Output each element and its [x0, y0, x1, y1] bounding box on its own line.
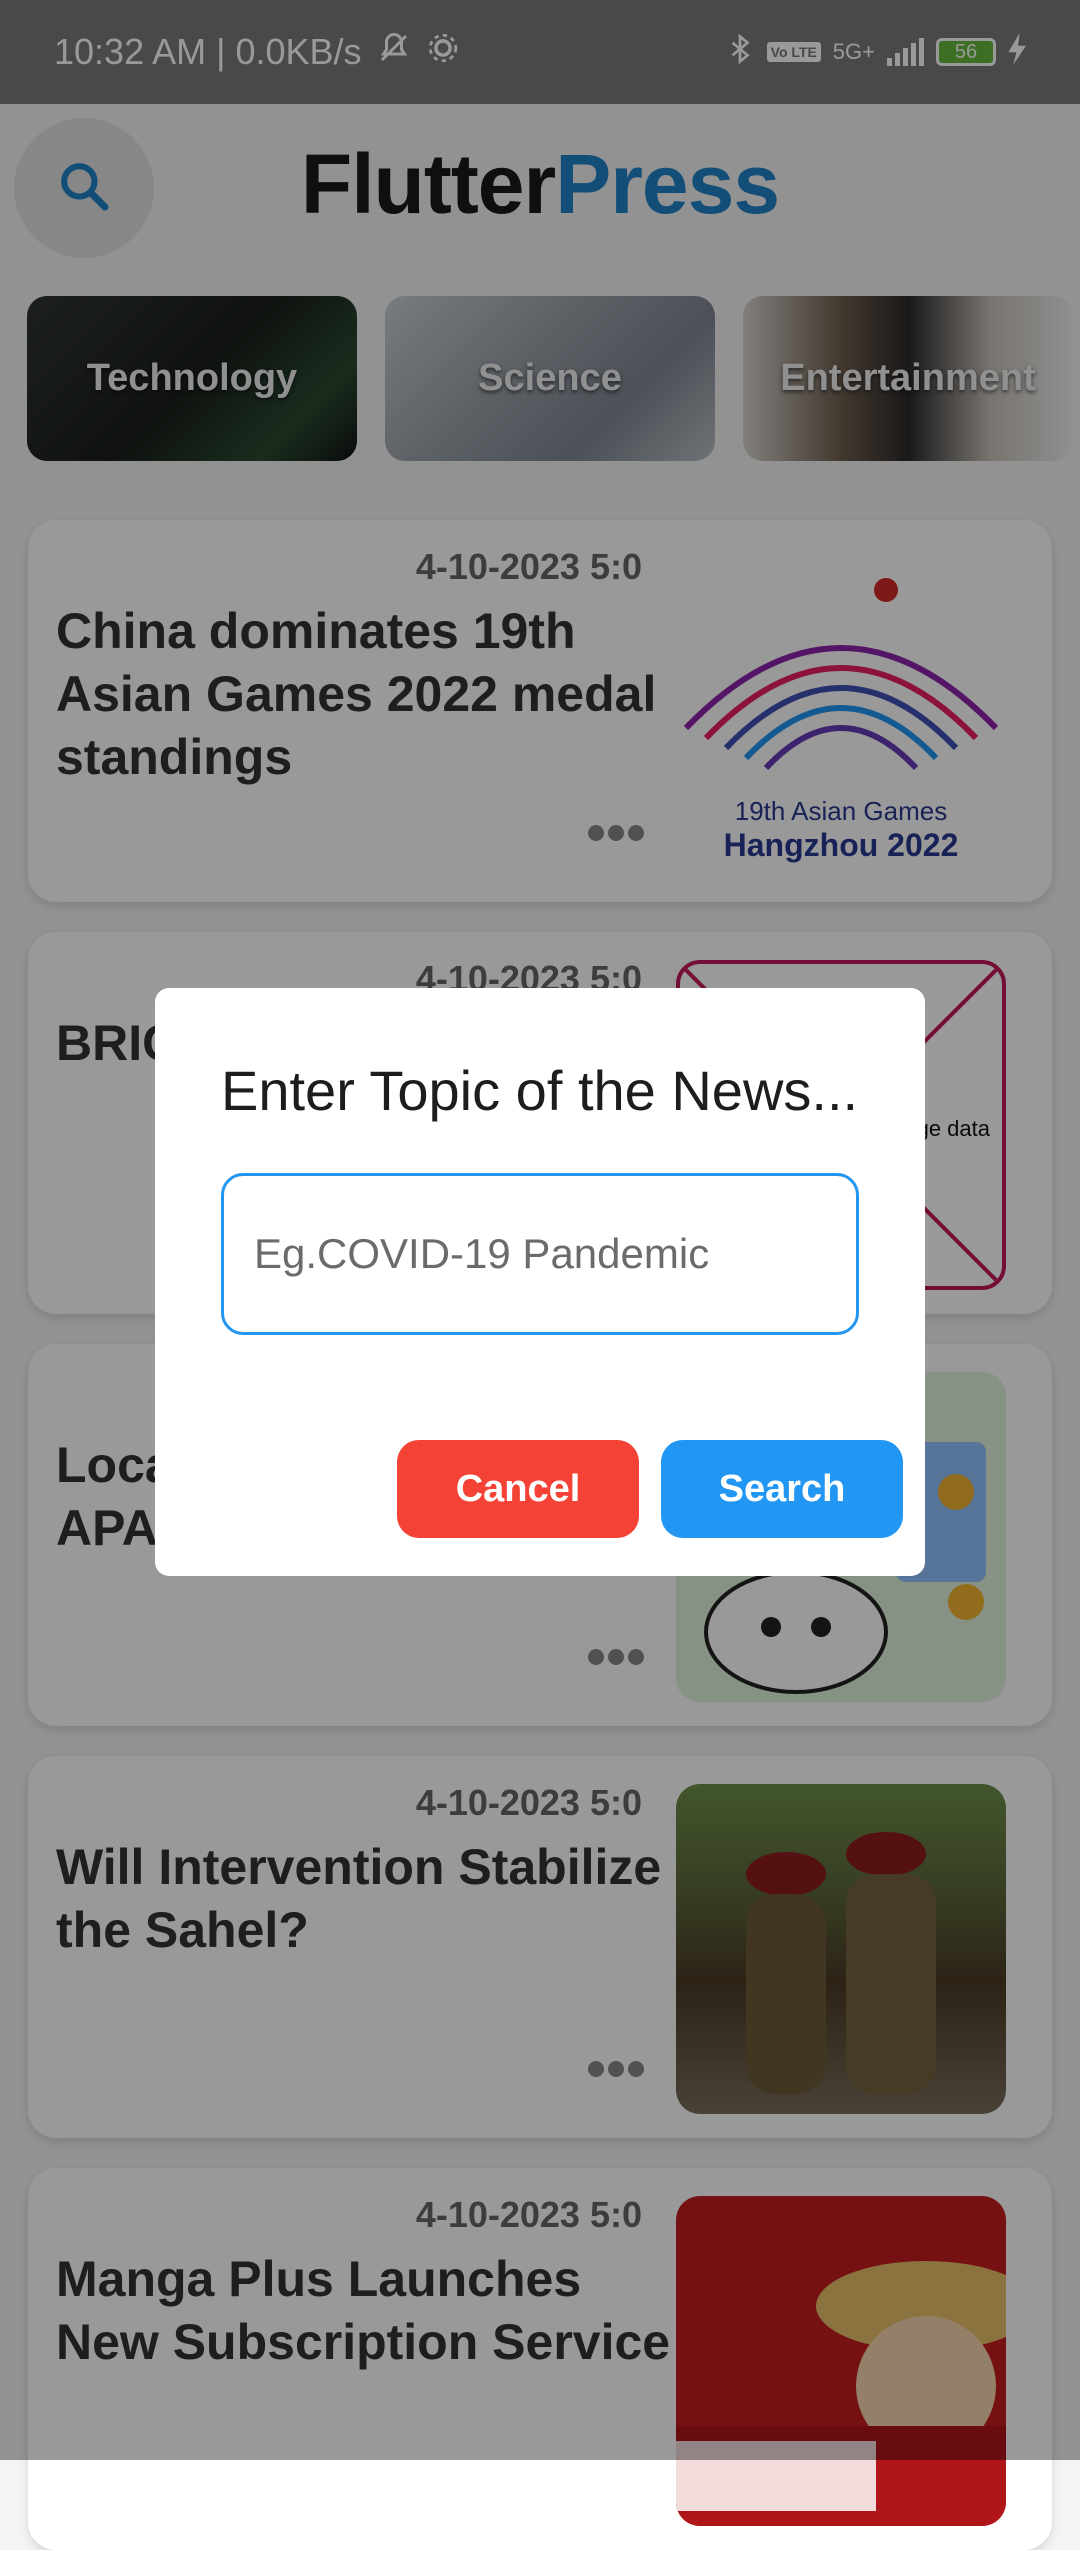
search-submit-button[interactable]: Search — [661, 1440, 903, 1538]
search-topic-dialog: Enter Topic of the News... Cancel Search — [155, 988, 925, 1576]
dialog-title: Enter Topic of the News... — [221, 1059, 859, 1122]
topic-search-input[interactable] — [221, 1173, 859, 1335]
cancel-button[interactable]: Cancel — [397, 1440, 639, 1538]
